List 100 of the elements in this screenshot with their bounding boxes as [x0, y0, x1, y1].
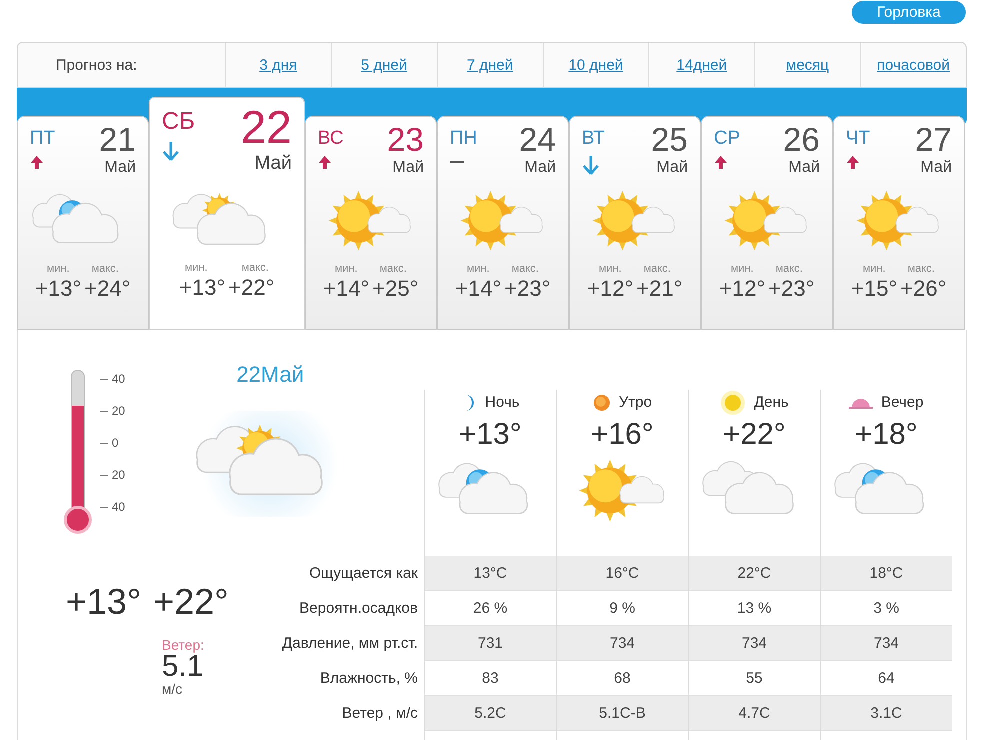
day-card[interactable]: СР 26 Май мин. макс. +12°+23°	[701, 116, 833, 330]
row-label: Влажность, %	[320, 669, 418, 689]
max-temperature: +24°	[84, 275, 131, 302]
table-cell: 734	[821, 626, 952, 661]
table-cell: 18°С	[821, 556, 952, 591]
min-temperature: +14°	[323, 275, 370, 302]
scale-label: 40	[112, 499, 126, 516]
max-temperature: +23°	[768, 275, 815, 302]
period-name: День	[754, 392, 789, 413]
max-temperature: +26°	[900, 275, 947, 302]
wind-label: Ветер:	[162, 638, 206, 652]
day-card[interactable]: ВС 23 Май мин. макс. +14°+25°	[305, 116, 437, 330]
tick-mark	[100, 442, 108, 444]
row-label: Ветер , м/с	[342, 704, 418, 724]
period-link[interactable]: месяц	[755, 43, 862, 87]
day-number: 21	[99, 123, 136, 156]
table-cell: 731	[425, 626, 556, 661]
detail-date: 22Май	[236, 361, 304, 389]
period-link[interactable]: 5 дней	[332, 43, 438, 87]
min-label: мин.	[466, 264, 490, 275]
scale-label: 40	[112, 371, 126, 388]
min-temperature: +13°	[179, 274, 226, 301]
min-label: мин.	[334, 264, 358, 275]
scale-label: 20	[112, 403, 126, 420]
max-temperature: +25°	[372, 275, 419, 302]
period-temperature: +16°	[591, 417, 654, 453]
period-temperature: +22°	[723, 417, 786, 453]
day-number: 22	[240, 104, 292, 150]
period-temperature: +13°	[459, 417, 522, 453]
min-temperature: +13°	[66, 584, 142, 620]
max-label: макс.	[242, 262, 269, 274]
table-cell: 4.7С	[689, 696, 820, 731]
min-label: мин.	[598, 264, 622, 275]
month-label: Май	[788, 158, 820, 178]
month-label: Май	[104, 158, 136, 178]
month-label: Май	[920, 158, 952, 178]
table-cell: 16°С	[557, 556, 688, 591]
table-cell: 3.1С	[821, 696, 952, 731]
weekday-label: ПН	[450, 129, 478, 148]
period-link[interactable]: 10 дней	[544, 43, 650, 87]
min-label: мин.	[730, 264, 754, 275]
thermometer-bulb	[64, 506, 92, 534]
weekday-label: СР	[714, 129, 740, 148]
table-cell: 13°С	[425, 556, 556, 591]
min-temperature: +13°	[35, 275, 82, 302]
day-card[interactable]: ВТ 25 Май мин. макс. +12°+21°	[569, 116, 701, 330]
min-label: мин.	[184, 262, 208, 274]
day-card[interactable]: ЧТ 27 Май мин. макс. +15°+26°	[833, 116, 965, 330]
table-cell: 734	[557, 626, 688, 661]
row-label: Вероятн.осадков	[300, 599, 418, 619]
scale-label: 0	[112, 435, 119, 452]
day-number: 23	[387, 123, 424, 156]
month-label: Май	[656, 158, 688, 178]
period-temperature: +18°	[855, 417, 918, 453]
wind-unit: м/с	[162, 682, 184, 696]
day-number: 25	[651, 123, 688, 156]
min-temperature: +12°	[587, 275, 634, 302]
day-number: 24	[519, 123, 556, 156]
max-temperature: +22°	[228, 274, 275, 301]
city-button[interactable]: Горловка	[852, 1, 966, 24]
wind-speed: 5.1	[162, 652, 205, 682]
month-label: Май	[392, 158, 424, 178]
max-label: макс.	[776, 264, 803, 275]
weekday-label: ЧТ	[846, 129, 870, 148]
period-link[interactable]: 3 дня	[226, 43, 332, 87]
tick-mark	[100, 378, 108, 380]
max-label: макс.	[380, 264, 407, 275]
period-name: Утро	[618, 392, 652, 413]
day-card[interactable]: ПН 24 Май мин. макс. +14°+23°	[437, 116, 569, 330]
min-label: мин.	[46, 264, 70, 275]
min-temperature: +15°	[851, 275, 898, 302]
table-cell: 734	[689, 626, 820, 661]
weekday-label: ВТ	[582, 129, 606, 148]
period-link[interactable]: 7 дней	[438, 43, 544, 87]
period-name: Ночь	[485, 392, 520, 413]
tick-mark	[100, 410, 108, 412]
max-label: макс.	[512, 264, 539, 275]
period-name: Вечер	[881, 392, 924, 413]
row-label: Ощущается как	[310, 564, 418, 584]
max-temperature: +23°	[504, 275, 551, 302]
min-temperature: +12°	[719, 275, 766, 302]
weekday-label: ПТ	[30, 129, 56, 148]
table-cell: 22°С	[689, 556, 820, 591]
min-temperature: +14°	[455, 275, 502, 302]
forecast-label: Прогноз на:	[18, 43, 226, 87]
day-number: 26	[783, 123, 820, 156]
scale-label: 20	[112, 467, 126, 484]
max-temperature: +21°	[636, 275, 683, 302]
weekday-label: ВС	[318, 129, 344, 148]
period-link[interactable]: почасовой	[861, 43, 966, 87]
max-label: макс.	[908, 264, 935, 275]
day-card[interactable]: СБ 22 Май мин. макс. +13°+22°	[149, 97, 305, 330]
max-label: макс.	[644, 264, 671, 275]
table-cell: 5.1С-В	[557, 696, 688, 731]
month-label: Май	[524, 158, 556, 178]
month-label: Май	[254, 152, 292, 176]
period-link[interactable]: 14дней	[649, 43, 756, 87]
tick-mark	[100, 506, 108, 508]
tick-mark	[100, 474, 108, 476]
day-card[interactable]: ПТ 21 Май мин. макс. +13°+24°	[17, 116, 149, 330]
